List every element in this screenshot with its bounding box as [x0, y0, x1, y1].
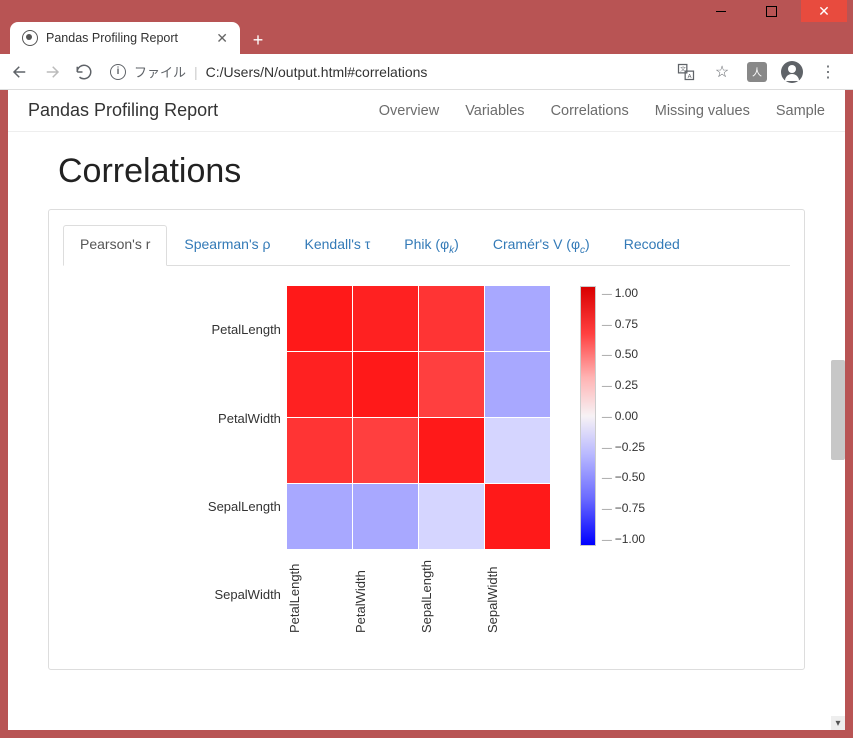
nav-link-variables[interactable]: Variables — [465, 103, 524, 119]
tab-cram-r-s-v-[interactable]: Cramér's V (φc) — [476, 225, 607, 266]
heatmap-xlabel: PetalWidth — [353, 549, 418, 639]
heatmap-cell — [419, 418, 484, 483]
nav-links: Overview Variables Correlations Missing … — [379, 103, 825, 119]
nav-link-overview[interactable]: Overview — [379, 103, 439, 119]
colorbar — [580, 286, 596, 546]
colorbar-tick: −0.75 — [602, 501, 645, 515]
heatmap-cell — [353, 418, 418, 483]
url-text: C:/Users/N/output.html#correlations — [206, 64, 428, 80]
colorbar-tick: −0.50 — [602, 470, 645, 484]
colorbar-tick: 0.00 — [602, 409, 645, 423]
svg-text:A: A — [688, 73, 692, 79]
heatmap-xlabel: PetalLength — [287, 549, 352, 639]
nav-reload-button[interactable] — [74, 62, 94, 82]
browser-tab[interactable]: Pandas Profiling Report ✕ — [10, 22, 240, 54]
heatmap-cell — [485, 418, 550, 483]
svg-text:文: 文 — [680, 65, 686, 73]
tab-spearman-s-[interactable]: Spearman's ρ — [167, 225, 287, 266]
correlations-panel: Pearson's rSpearman's ρKendall's τPhik (… — [48, 209, 805, 670]
heatmap-cell — [419, 484, 484, 549]
colorbar-tick: −1.00 — [602, 532, 645, 546]
heatmap-ylabel: SepalWidth — [208, 562, 281, 627]
favicon-icon — [22, 30, 38, 46]
nav-link-sample[interactable]: Sample — [776, 103, 825, 119]
tab-pearson-s-r[interactable]: Pearson's r — [63, 225, 167, 266]
tab-close-icon[interactable]: ✕ — [216, 30, 228, 47]
window-close-button[interactable] — [801, 0, 847, 22]
heatmap-cell — [353, 484, 418, 549]
heatmap-cell — [287, 286, 352, 351]
window-maximize-button[interactable] — [751, 0, 791, 22]
section-heading: Correlations — [58, 152, 795, 191]
colorbar-tick: 0.50 — [602, 347, 645, 361]
new-tab-button[interactable]: + — [244, 26, 272, 54]
heatmap-xlabel: SepalWidth — [485, 549, 550, 639]
heatmap-ylabel: PetalWidth — [208, 386, 281, 451]
heatmap-plot: PetalLengthPetalWidthSepalLengthSepalWid… — [63, 286, 790, 639]
heatmap-ylabel: PetalLength — [208, 297, 281, 362]
profile-avatar-icon[interactable] — [781, 61, 803, 83]
bookmark-icon[interactable]: ☆ — [711, 61, 733, 83]
heatmap-cell — [287, 352, 352, 417]
heatmap-cell — [353, 352, 418, 417]
colorbar-tick: 1.00 — [602, 286, 645, 300]
colorbar-tick: 0.25 — [602, 378, 645, 392]
tab-phik-[interactable]: Phik (φk) — [387, 225, 476, 266]
brand-title: Pandas Profiling Report — [28, 100, 218, 121]
heatmap-cell — [485, 352, 550, 417]
window-minimize-button[interactable] — [701, 0, 741, 22]
colorbar-tick: −0.25 — [602, 440, 645, 454]
heatmap-cell — [419, 352, 484, 417]
heatmap-cell — [485, 484, 550, 549]
heatmap-xlabel: SepalLength — [419, 549, 484, 639]
url-protocol-label: ファイル — [134, 62, 186, 81]
heatmap-cell — [419, 286, 484, 351]
scrollbar-thumb[interactable] — [831, 360, 845, 460]
heatmap-cell — [353, 286, 418, 351]
nav-back-button[interactable] — [10, 62, 30, 82]
colorbar-tick: 0.75 — [602, 317, 645, 331]
heatmap-cell — [287, 418, 352, 483]
browser-menu-icon[interactable]: ⋮ — [817, 61, 839, 83]
address-bar[interactable]: i ファイル | C:/Users/N/output.html#correlat… — [106, 62, 663, 81]
translate-icon[interactable]: 文A — [675, 61, 697, 83]
nav-forward-button[interactable] — [42, 62, 62, 82]
nav-link-correlations[interactable]: Correlations — [551, 103, 629, 119]
tab-title: Pandas Profiling Report — [46, 31, 178, 45]
heatmap-cell — [287, 484, 352, 549]
site-info-icon[interactable]: i — [110, 64, 126, 80]
heatmap-cell — [485, 286, 550, 351]
nav-link-missing[interactable]: Missing values — [655, 103, 750, 119]
scrollbar-down-button[interactable]: ▾ — [831, 716, 845, 730]
tab-kendall-s-[interactable]: Kendall's τ — [288, 225, 388, 266]
tab-recoded[interactable]: Recoded — [607, 225, 697, 266]
heatmap-ylabel: SepalLength — [208, 474, 281, 539]
reader-icon[interactable]: 人 — [747, 62, 767, 82]
